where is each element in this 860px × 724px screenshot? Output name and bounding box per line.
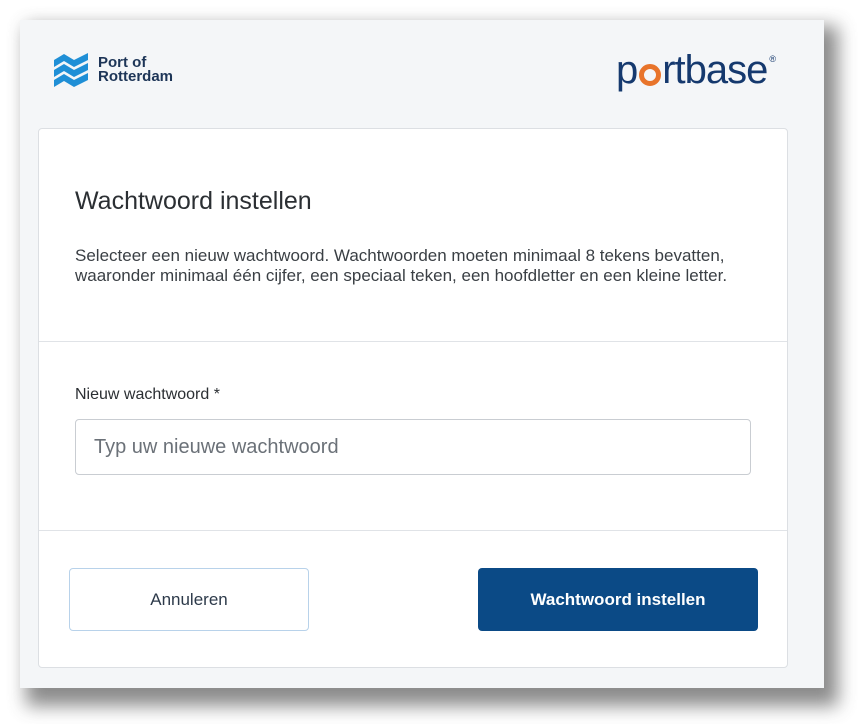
dialog-header: Wachtwoord instellen Selecteer een nieuw… [39,129,787,342]
cancel-button[interactable]: Annuleren [69,568,309,631]
registered-mark: ® [769,54,776,64]
dialog-footer: Annuleren Wachtwoord instellen [39,531,787,667]
dialog-description: Selecteer een nieuw wachtwoord. Wachtwoo… [75,246,728,285]
new-password-label: Nieuw wachtwoord * [75,386,220,403]
port-of-rotterdam-waves-icon [54,53,88,87]
portbase-logo: p rtbase ® [615,48,776,93]
set-password-button[interactable]: Wachtwoord instellen [478,568,758,631]
portbase-logo-rest: rtbase [662,48,768,92]
new-password-input[interactable] [75,419,751,475]
set-password-dialog: Wachtwoord instellen Selecteer een nieuw… [38,128,788,668]
dialog-body: Nieuw wachtwoord * [39,342,787,531]
portbase-o-ring-icon [639,64,662,86]
dialog-title: Wachtwoord instellen [75,187,312,215]
port-of-rotterdam-text: Port of Rotterdam [98,55,174,85]
portbase-logo-p: p [615,48,638,92]
logo-line-2: Rotterdam [98,68,174,85]
port-of-rotterdam-logo: Port of Rotterdam [52,52,173,88]
